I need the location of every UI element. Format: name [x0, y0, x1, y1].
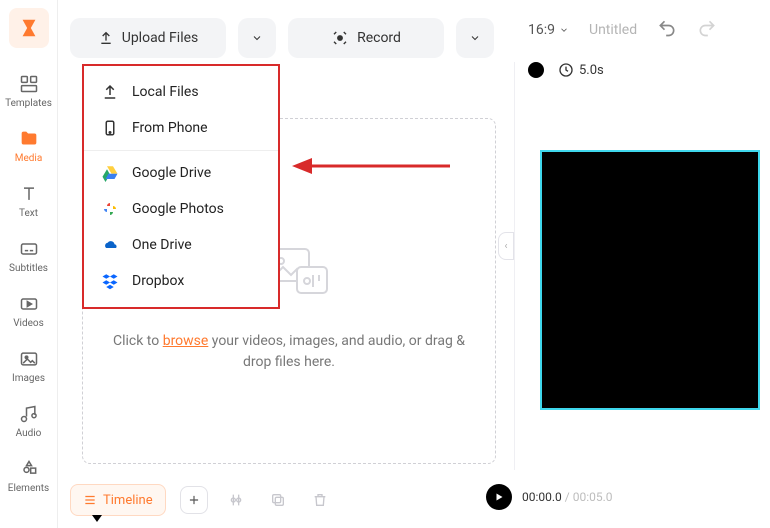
sidebar-item-videos[interactable]: Videos — [4, 286, 54, 335]
top-toolbar: Upload Files Record — [70, 18, 494, 58]
record-button[interactable]: Record — [288, 18, 444, 58]
total-time: 00:05.0 — [573, 490, 613, 504]
dropdown-item-local-files[interactable]: Local Files — [84, 74, 278, 110]
sidebar-item-media[interactable]: Media — [4, 121, 54, 170]
upload-icon — [98, 30, 114, 46]
redo-button[interactable] — [697, 18, 717, 42]
onedrive-icon — [100, 235, 120, 255]
preview-header: 16:9 Untitled — [528, 18, 717, 42]
dropdown-item-one-drive[interactable]: One Drive — [84, 227, 278, 263]
duration-control[interactable]: 5.0s — [558, 62, 604, 78]
dropdown-item-from-phone[interactable]: From Phone — [84, 110, 278, 146]
dropbox-icon — [100, 271, 120, 291]
sidebar-label: Audio — [16, 428, 42, 439]
phone-icon — [100, 118, 120, 138]
upload-source-dropdown: Local Files From Phone Google Drive Goog… — [82, 64, 280, 309]
sidebar-label: Media — [15, 153, 43, 164]
dd-label: One Drive — [132, 237, 192, 253]
upload-files-button[interactable]: Upload Files — [70, 18, 226, 58]
time-display: 00:00.0 / 00:05.0 — [522, 490, 613, 504]
annotation-arrow — [292, 152, 452, 180]
dd-label: Dropbox — [132, 273, 184, 289]
sidebar-item-images[interactable]: Images — [4, 341, 54, 390]
dd-label: From Phone — [132, 120, 208, 136]
clip-color-dot[interactable] — [528, 62, 544, 78]
timeline-tab[interactable]: Timeline — [70, 484, 166, 516]
upload-dropdown-toggle[interactable] — [238, 18, 276, 58]
sidebar-item-templates[interactable]: Templates — [4, 66, 54, 115]
google-photos-icon — [100, 199, 120, 219]
audio-icon — [17, 402, 41, 426]
sidebar-item-audio[interactable]: Audio — [4, 396, 54, 445]
flexclip-logo-icon — [18, 17, 40, 39]
playhead-marker[interactable] — [92, 515, 102, 525]
divider — [514, 62, 515, 470]
sidebar-label: Templates — [5, 98, 52, 109]
elements-icon — [17, 457, 41, 481]
dropdown-separator — [84, 150, 278, 151]
media-icon — [17, 127, 41, 151]
subtitles-icon — [17, 237, 41, 261]
panel-collapse-handle[interactable]: ‹ — [498, 232, 514, 260]
sidebar-item-elements[interactable]: Elements — [4, 451, 54, 500]
app-logo — [9, 8, 49, 48]
split-button[interactable] — [222, 486, 250, 514]
sidebar-label: Subtitles — [9, 263, 48, 274]
dropzone-text: Click to browse your videos, images, and… — [109, 331, 469, 373]
timeline-icon — [83, 493, 97, 507]
timeline-label: Timeline — [103, 493, 153, 508]
sidebar-label: Elements — [8, 483, 49, 494]
duplicate-button[interactable] — [264, 486, 292, 514]
record-dropdown-toggle[interactable] — [456, 18, 494, 58]
dropdown-item-google-photos[interactable]: Google Photos — [84, 191, 278, 227]
record-icon — [331, 29, 349, 47]
play-button[interactable] — [486, 484, 512, 510]
sidebar: Templates Media Text Subtitles Videos Im… — [0, 0, 58, 528]
upload-label: Upload Files — [122, 30, 199, 46]
project-title[interactable]: Untitled — [589, 22, 637, 38]
videos-icon — [17, 292, 41, 316]
video-preview[interactable] — [540, 150, 760, 410]
chevron-down-icon — [469, 32, 481, 44]
google-drive-icon — [100, 163, 120, 183]
chevron-down-icon — [251, 32, 263, 44]
upload-icon — [100, 82, 120, 102]
text-icon — [17, 182, 41, 206]
images-icon — [17, 347, 41, 371]
undo-button[interactable] — [657, 18, 677, 42]
dd-label: Google Photos — [132, 201, 224, 217]
dd-label: Google Drive — [132, 165, 211, 181]
timeline-header: 5.0s — [528, 62, 604, 78]
add-clip-button[interactable] — [180, 486, 208, 514]
duration-value: 5.0s — [579, 63, 604, 78]
clock-icon — [558, 62, 574, 78]
sidebar-label: Videos — [13, 318, 44, 329]
aspect-ratio-selector[interactable]: 16:9 — [528, 22, 569, 38]
sidebar-item-text[interactable]: Text — [4, 176, 54, 225]
bottom-toolbar: Timeline — [70, 484, 334, 516]
current-time: 00:00.0 — [522, 490, 562, 504]
dropdown-item-google-drive[interactable]: Google Drive — [84, 155, 278, 191]
delete-button[interactable] — [306, 486, 334, 514]
ratio-value: 16:9 — [528, 22, 555, 38]
dropdown-item-dropbox[interactable]: Dropbox — [84, 263, 278, 299]
sidebar-item-subtitles[interactable]: Subtitles — [4, 231, 54, 280]
sidebar-label: Text — [19, 208, 38, 219]
record-label: Record — [357, 30, 401, 46]
browse-link[interactable]: browse — [163, 333, 209, 349]
dd-label: Local Files — [132, 84, 199, 100]
chevron-down-icon — [559, 25, 569, 35]
templates-icon — [17, 72, 41, 96]
playback-controls: 00:00.0 / 00:05.0 — [486, 484, 613, 510]
sidebar-label: Images — [12, 373, 45, 384]
